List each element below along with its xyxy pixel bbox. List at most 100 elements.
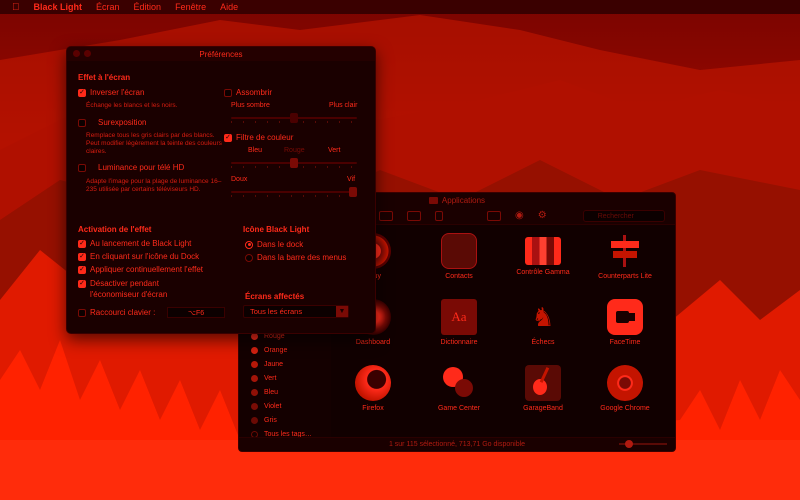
label-vif: Vif [347,176,356,183]
shortcut-field[interactable]: ⌥F6 [167,307,225,318]
share-icon[interactable] [435,210,443,221]
checkbox-filtre-couleur[interactable]: ✓ Filtre de couleur [224,133,293,142]
app-item[interactable]: ♞ Échecs [503,299,583,359]
menu-fenetre[interactable]: Fenêtre [175,2,206,12]
icon-size-slider[interactable] [619,440,667,448]
search-input[interactable]: Rechercher [582,209,665,222]
label-bleu: Bleu [248,147,263,154]
app-item[interactable]: Counterparts Lite [585,233,665,293]
app-item[interactable]: GarageBand [503,365,583,425]
sidebar-tag[interactable]: Gris [251,417,277,424]
view-arrange-icon[interactable] [407,210,421,221]
checkbox-icone-dock[interactable]: ✓ En cliquant sur l'icône du Dock [78,252,199,261]
menu-edition[interactable]: Édition [134,2,162,12]
section-title-effet: Effet à l'écran [78,73,131,82]
menu-aide[interactable]: Aide [220,2,238,12]
checkbox-box[interactable]: ✓ [224,133,232,142]
checkbox-box[interactable]: ✓ [78,88,86,97]
menu-app-name[interactable]: Black Light [34,2,83,12]
checkbox-box[interactable] [224,88,232,97]
radio-barre-menus[interactable]: Dans la barre des menus [245,253,346,262]
gear-icon[interactable]: ⚙ [538,210,547,221]
apple-icon[interactable]:  [12,2,20,13]
chrome-icon [607,365,643,401]
chess-icon: ♞ [531,301,555,332]
contacts-icon [441,233,477,269]
radio-dans-le-dock[interactable]: Dans le dock [245,240,303,249]
firefox-icon [355,365,391,401]
checkbox-luminance[interactable]: Luminance pour télé HD [78,163,184,172]
menu-bar:  Black Light Écran Édition Fenêtre Aide [0,0,800,14]
tag-icon[interactable] [487,210,501,221]
checkbox-assombrir[interactable]: Assombrir [224,88,272,97]
app-item[interactable]: Contrôle Gamma [503,233,583,293]
checkbox-raccourci[interactable]: Raccourci clavier : [78,308,155,317]
description-inverser: Échange les blancs et les noirs. [86,102,178,109]
guitar-icon [525,365,561,401]
section-title-ecrans: Écrans affectés [245,292,305,301]
checkbox-box[interactable] [78,308,86,317]
finder-title: Applications [441,195,486,205]
label-rouge: Rouge [284,147,305,154]
sidebar-tag[interactable]: Vert [251,375,276,382]
radio-button[interactable] [245,253,253,262]
label-doux: Doux [231,176,248,183]
window-controls [73,50,91,57]
checkbox-continuellement[interactable]: ✓ Appliquer continuellement l'effet [78,265,203,274]
checkbox-au-lancement[interactable]: ✓ Au lancement de Black Light [78,239,191,248]
checkbox-inverser[interactable]: ✓ Inverser l'écran [78,88,144,97]
view-columns-icon[interactable] [379,210,393,221]
screens-select[interactable]: Tous les écrans ▼ [243,305,349,318]
description-surexposition: Remplace tous les gris clairs par des bl… [86,132,222,155]
display-icon [525,237,561,265]
label-economiseur-suite: l'économiseur d'écran [90,290,168,299]
label-plus-clair: Plus clair [329,102,358,109]
app-item[interactable]: Contacts [419,233,499,293]
app-item[interactable]: Game Center [419,365,499,425]
facetime-icon [607,299,643,335]
app-item[interactable]: Google Chrome [585,365,665,425]
brightness-slider-thumb[interactable] [290,113,298,123]
checkbox-economiseur[interactable]: ✓ Désactiver pendant [78,279,159,288]
intensity-slider-thumb[interactable] [349,187,357,197]
tag-color-dot [251,361,258,368]
checkbox-box[interactable]: ✓ [78,252,86,261]
tag-color-dot [251,389,258,396]
sidebar-tag[interactable]: Orange [251,347,287,354]
finder-app-grid: Aquy Contacts Contrôle Gamma Counterpart… [335,229,675,429]
tag-color-dot [251,347,258,354]
tag-color-dot [251,403,258,410]
radio-button[interactable] [245,240,253,249]
sidebar-tag[interactable]: Bleu [251,389,278,396]
hue-slider[interactable] [231,158,357,168]
hue-slider-thumb[interactable] [290,158,298,168]
label-vert: Vert [328,147,341,154]
sidebar-tag[interactable]: Rouge [251,333,285,340]
tag-color-dot [251,375,258,382]
icon-size-slider-knob[interactable] [625,440,633,448]
checkbox-box[interactable]: ✓ [78,239,86,248]
checkbox-box[interactable] [78,163,86,172]
minimize-button[interactable] [84,50,91,57]
checkbox-box[interactable]: ✓ [78,265,86,274]
description-luminance: Adapte l'image pour la plage de luminanc… [86,178,222,193]
checkbox-surexposition[interactable]: Surexposition [78,118,146,127]
checkbox-box[interactable]: ✓ [78,279,86,288]
tag-color-dot [251,333,258,340]
menu-ecran[interactable]: Écran [96,2,120,12]
brightness-slider[interactable] [231,113,357,123]
dictionary-icon: Aa [441,299,477,335]
intensity-slider[interactable] [231,187,357,197]
app-item[interactable]: Aa Dictionnaire [419,299,499,359]
eye-icon[interactable]: ◉ [515,210,524,221]
preferences-window: Préférences Effet à l'écran ✓ Inverser l… [66,46,376,334]
checkbox-box[interactable] [78,118,86,127]
preferences-titlebar[interactable]: Préférences [67,47,375,61]
sidebar-tag[interactable]: Jaune [251,361,283,368]
app-item[interactable]: Firefox [333,365,413,425]
app-item[interactable]: FaceTime [585,299,665,359]
sidebar-tag[interactable]: Violet [251,403,281,410]
preferences-title: Préférences [199,49,243,59]
close-button[interactable] [73,50,80,57]
chevron-down-icon: ▼ [336,306,348,317]
